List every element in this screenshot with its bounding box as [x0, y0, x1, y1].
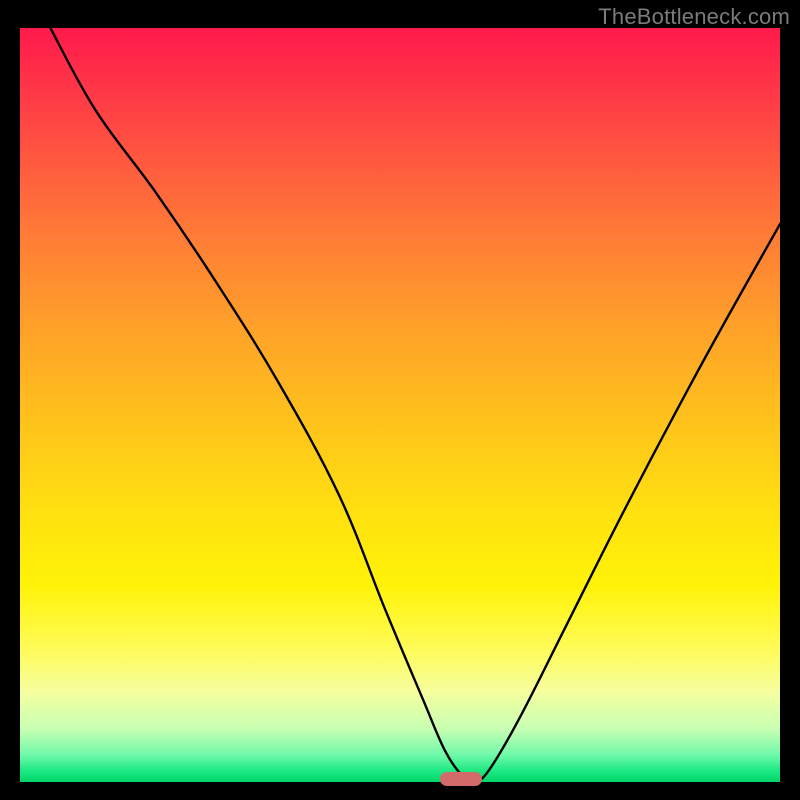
plot-area: [20, 28, 780, 782]
optimal-marker: [440, 772, 482, 786]
bottleneck-curve: [20, 28, 780, 782]
watermark-text: TheBottleneck.com: [598, 4, 790, 30]
chart-frame: TheBottleneck.com: [0, 0, 800, 800]
